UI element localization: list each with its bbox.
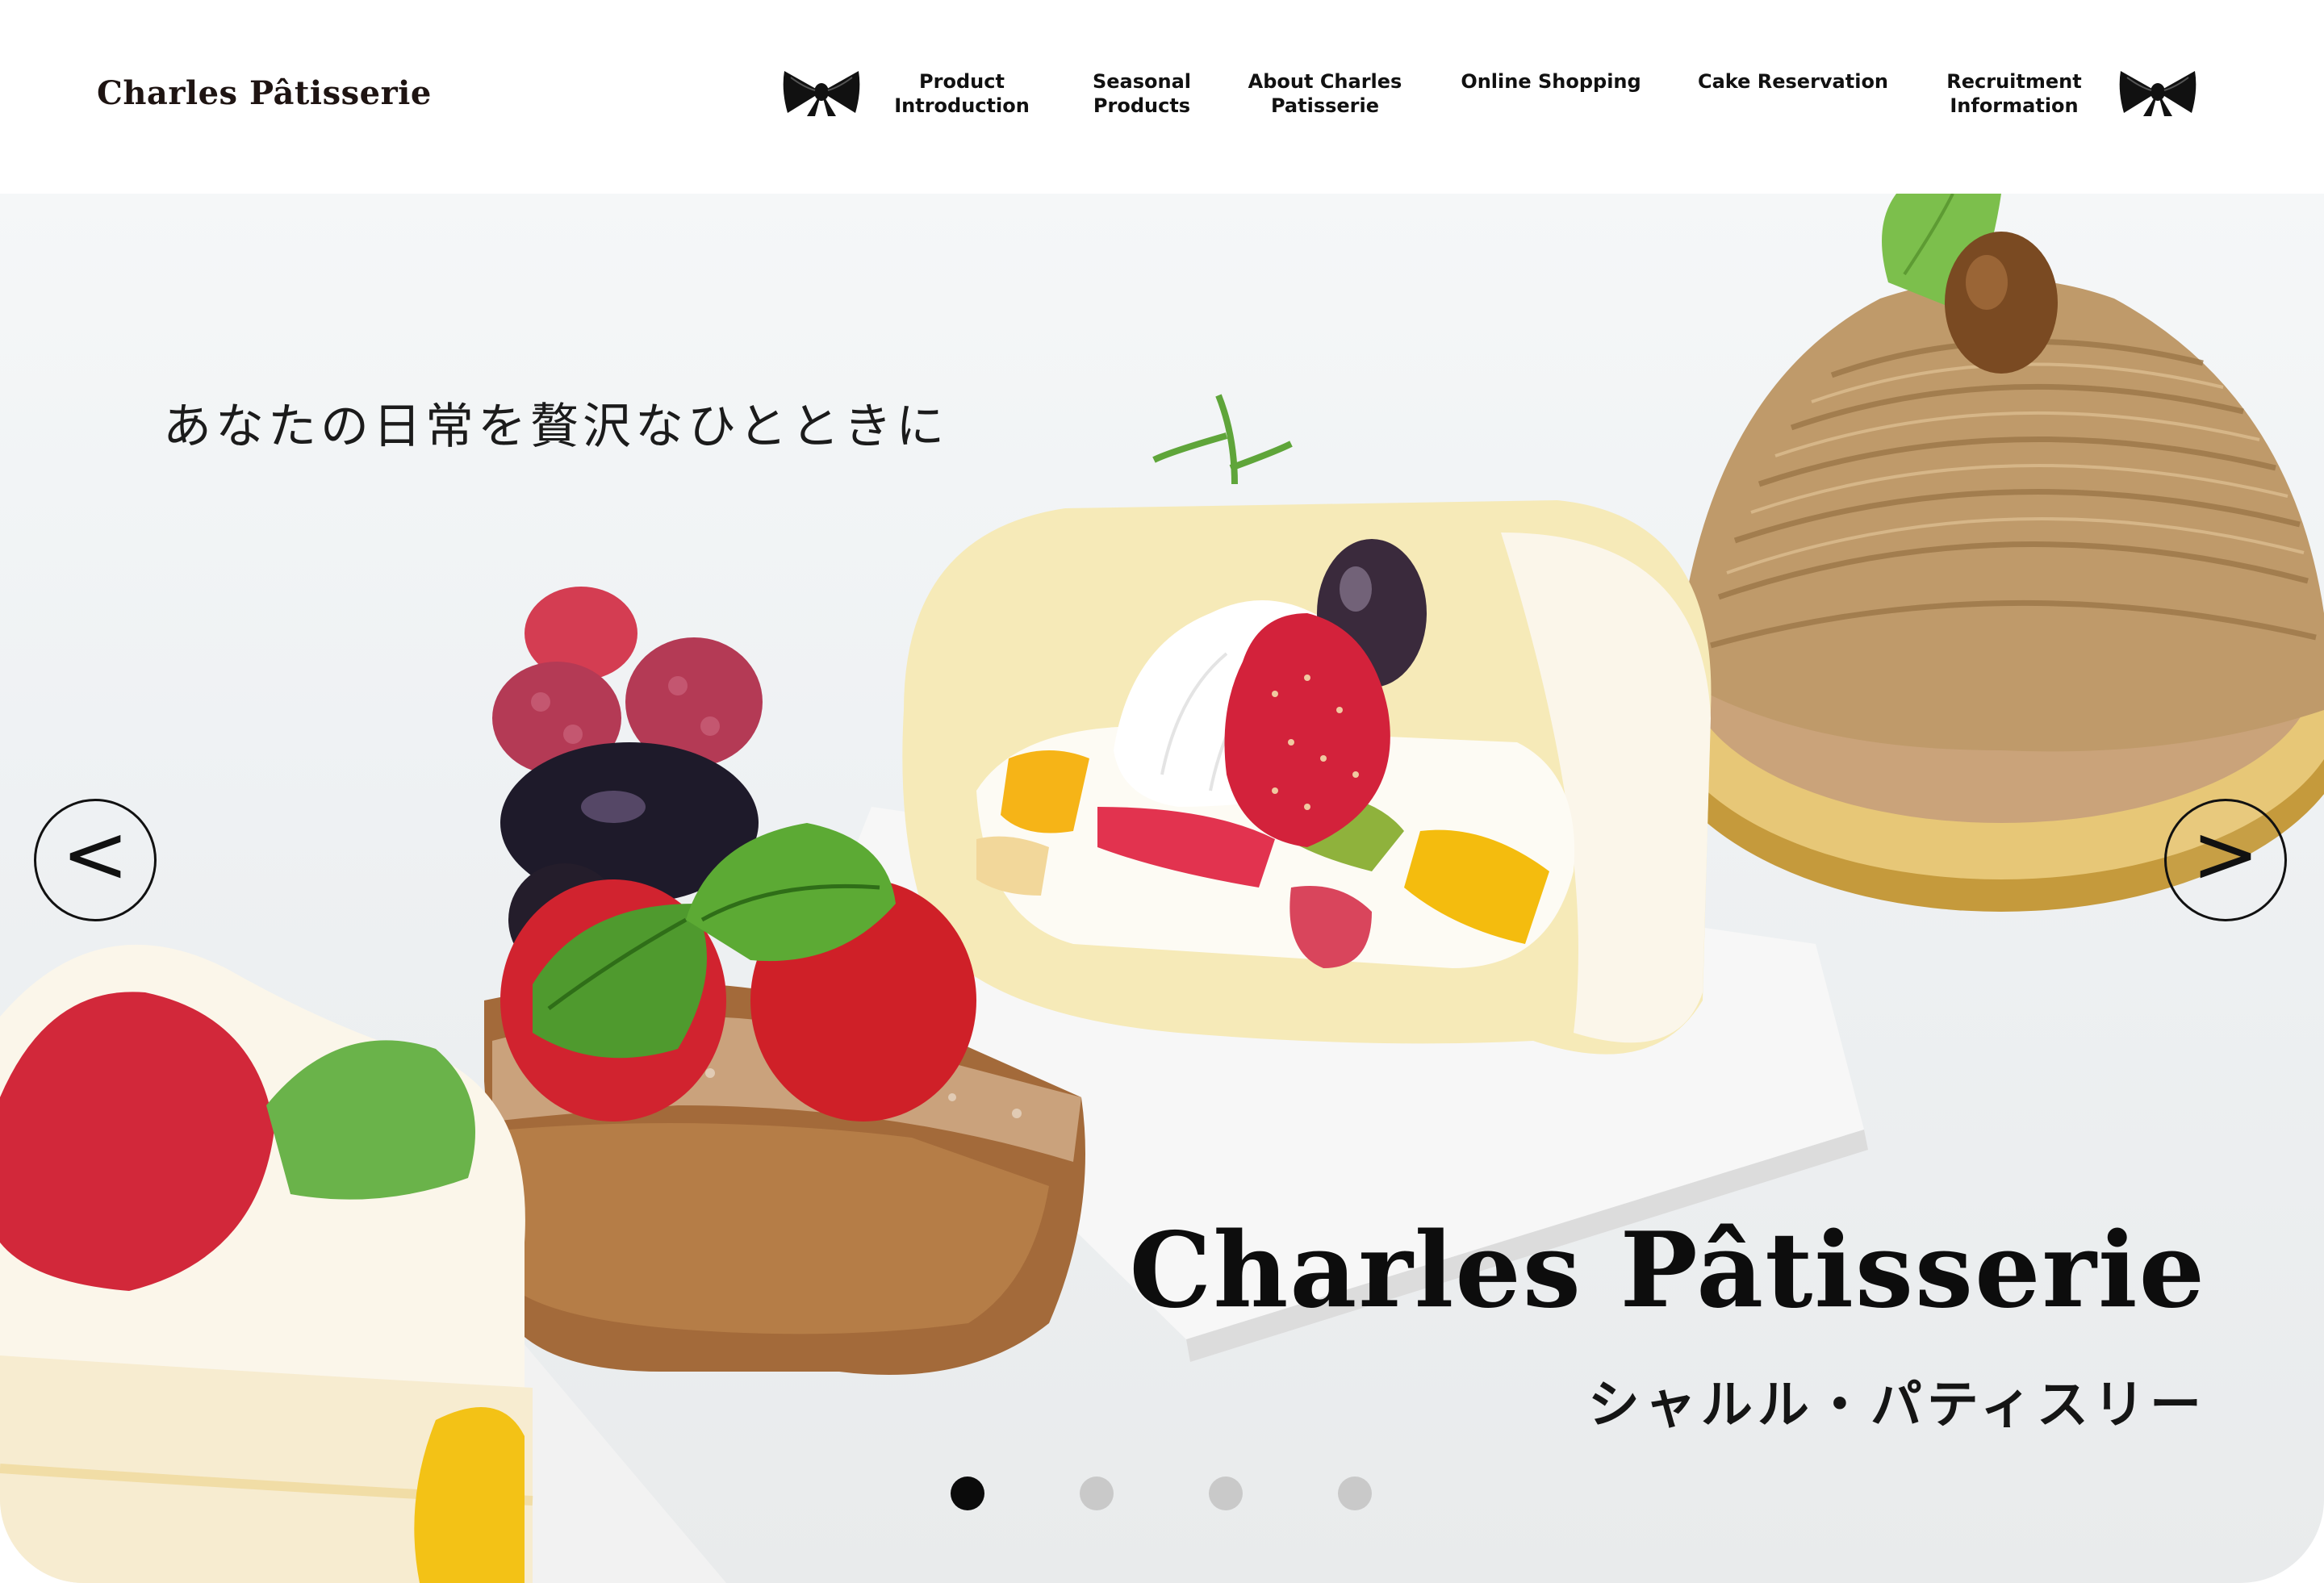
hero-title: Charles Pâtisserie [1129, 1210, 2206, 1331]
nav-label: Recruitment [1946, 70, 2082, 93]
nav-label: Cake Reservation [1697, 70, 1889, 93]
hero-tagline: あなたの日常を贅沢なひとときに [163, 399, 949, 455]
slide-dot-4[interactable] [1338, 1476, 1372, 1510]
nav-label: Online Shopping [1461, 70, 1641, 93]
slide-dot-2[interactable] [1080, 1476, 1114, 1510]
nav-label: Patisserie [1270, 94, 1380, 117]
site-header: Charles Pâtisserie Product Introduction … [0, 0, 2324, 194]
nav-online-shopping[interactable]: Online Shopping [1457, 69, 1645, 94]
hero-slider: あなたの日常を贅沢なひとときに < > Charles Pâtisserie シ… [0, 194, 2324, 1583]
ribbon-bow-icon [783, 71, 860, 116]
nav-label: About Charles [1248, 70, 1402, 93]
slide-dot-1[interactable] [951, 1476, 984, 1510]
nav-label: Product [919, 70, 1005, 93]
nav-label: Products [1093, 94, 1191, 117]
nav-about-charles-patisserie[interactable]: About Charles Patisserie [1244, 69, 1406, 118]
nav-seasonal-products[interactable]: Seasonal Products [1081, 69, 1202, 118]
chevron-left-icon: < [61, 807, 129, 901]
nav-label: Introduction [894, 94, 1030, 117]
nav-product-introduction[interactable]: Product Introduction [892, 69, 1031, 118]
slide-dot-3[interactable] [1209, 1476, 1243, 1510]
chevron-right-icon: > [2192, 807, 2259, 901]
hero-subtitle: シャルル・パティスリー [1587, 1376, 2206, 1435]
nav-recruitment-information[interactable]: Recruitment Information [1938, 69, 2090, 118]
nav-label: Seasonal [1092, 70, 1192, 93]
nav-cake-reservation[interactable]: Cake Reservation [1695, 69, 1891, 94]
prev-slide-button[interactable]: < [34, 799, 157, 921]
ribbon-bow-icon [2119, 71, 2197, 116]
site-logo[interactable]: Charles Pâtisserie [97, 74, 432, 112]
next-slide-button[interactable]: > [2164, 799, 2287, 921]
nav-label: Information [1950, 94, 2079, 117]
